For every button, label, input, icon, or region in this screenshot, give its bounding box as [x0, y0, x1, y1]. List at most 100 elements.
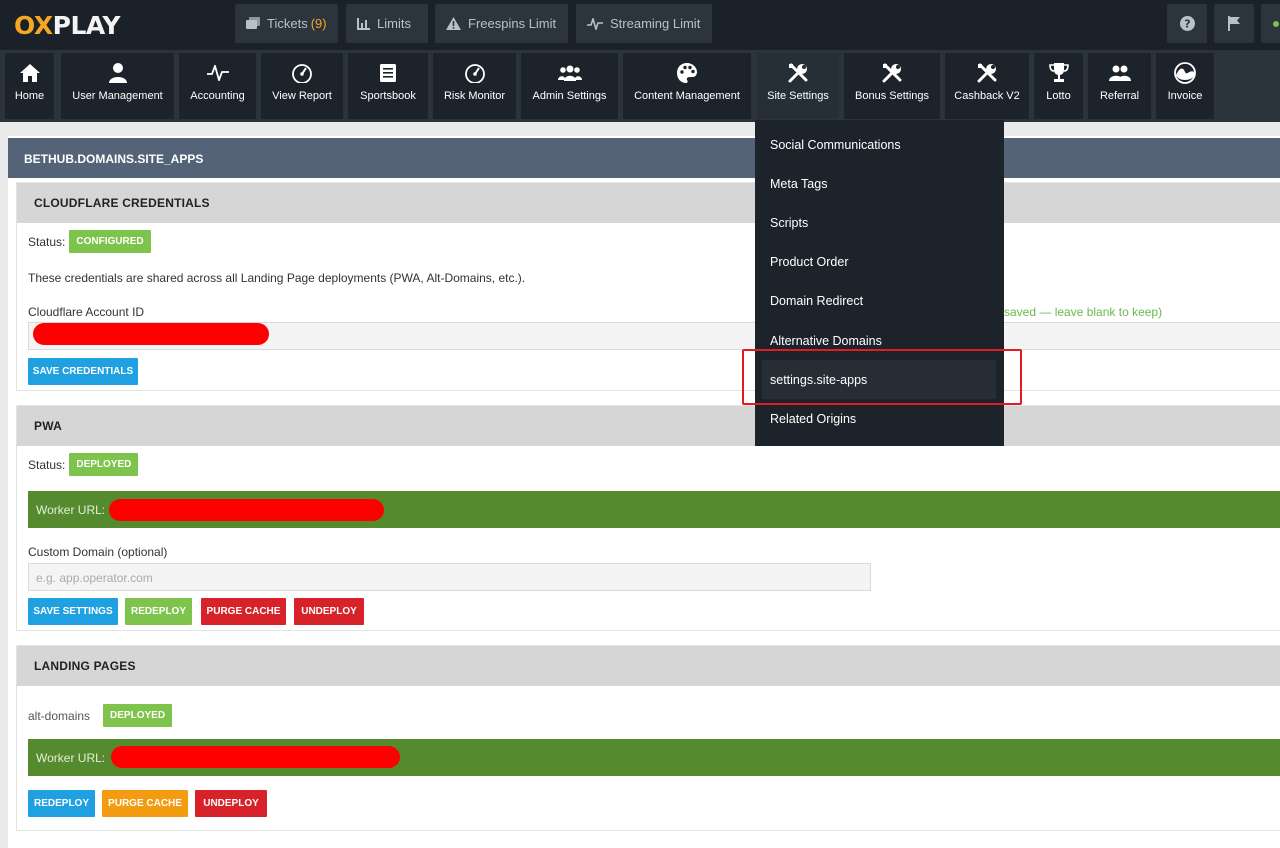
- tools-icon: [977, 63, 997, 83]
- nav-bonus-settings-label: Bonus Settings: [855, 90, 929, 102]
- document-icon: [380, 64, 396, 82]
- extra-button[interactable]: [1261, 4, 1280, 43]
- landing-redeploy-button[interactable]: REDEPLOY: [28, 790, 95, 817]
- gauge-icon: [464, 64, 485, 83]
- tickets-count: (9): [310, 16, 327, 31]
- landing-title: LANDING PAGES: [17, 646, 1280, 686]
- save-settings-button[interactable]: SAVE SETTINGS: [28, 598, 118, 625]
- streaming-limit-label: Streaming Limit: [610, 16, 701, 31]
- pulse-icon: [587, 17, 603, 30]
- flag-button[interactable]: [1214, 4, 1254, 43]
- nav-cashback-v2[interactable]: Cashback V2: [945, 53, 1029, 119]
- landing-undeploy-button[interactable]: UNDEPLOY: [195, 790, 267, 817]
- home-icon: [19, 64, 40, 82]
- nav-sportsbook-label: Sportsbook: [360, 90, 416, 102]
- save-credentials-button[interactable]: SAVE CREDENTIALS: [28, 358, 138, 385]
- nav-lotto[interactable]: Lotto: [1034, 53, 1083, 119]
- landing-worker-label: Worker URL:: [36, 751, 106, 765]
- nav-invoice-label: Invoice: [1167, 90, 1203, 102]
- landing-item-name: alt-domains: [28, 708, 91, 723]
- landing-purge-cache-button[interactable]: PURGE CACHE: [102, 790, 188, 817]
- wave-icon: [1174, 62, 1196, 84]
- tickets-label: Tickets: [267, 16, 308, 31]
- nav-accounting-label: Accounting: [190, 90, 245, 102]
- nav-home[interactable]: Home: [5, 53, 54, 119]
- tickets-button[interactable]: Tickets (9): [235, 4, 338, 43]
- pwa-purge-cache-button[interactable]: PURGE CACHE: [201, 598, 286, 625]
- ticket-icon: [246, 17, 260, 29]
- help-icon: ?: [1179, 16, 1195, 31]
- nav-view-report[interactable]: View Report: [261, 53, 343, 119]
- status-badge: CONFIGURED: [69, 230, 151, 253]
- pwa-redeploy-button[interactable]: REDEPLOY: [125, 598, 192, 625]
- nav-view-report-label: View Report: [272, 90, 332, 102]
- dropdown-item-scripts[interactable]: Scripts: [755, 203, 1004, 242]
- nav-risk-monitor-label: Risk Monitor: [443, 90, 506, 102]
- nav-user-management[interactable]: User Management: [61, 53, 174, 119]
- pwa-status-badge: DEPLOYED: [69, 453, 139, 476]
- flag-icon: [1228, 16, 1240, 31]
- dropdown-item-domain-redirect[interactable]: Domain Redirect: [755, 281, 1004, 320]
- freespins-limit-label: Freespins Limit: [468, 16, 557, 31]
- dropdown-item-product-order[interactable]: Product Order: [755, 242, 1004, 281]
- landing-section: LANDING PAGES alt-domains DEPLOYED Worke…: [16, 645, 1280, 831]
- cloudflare-title: CLOUDFLARE CREDENTIALS: [17, 183, 1280, 223]
- cloudflare-status-label: Status:: [28, 234, 66, 249]
- dropdown-item-social-communications[interactable]: Social Communications: [755, 125, 1004, 164]
- bars-icon: [357, 17, 370, 30]
- nav-user-management-label: User Management: [72, 90, 163, 102]
- highlight-box: [742, 349, 1022, 405]
- nav-risk-monitor[interactable]: Risk Monitor: [433, 53, 516, 119]
- nav-referral-label: Referral: [1099, 90, 1140, 102]
- warning-icon: [446, 17, 461, 30]
- redacted-mark: [109, 499, 384, 521]
- nav-content-management-label: Content Management: [634, 90, 740, 102]
- pwa-section: PWA Status: DEPLOYED Worker URL: Custom …: [16, 405, 1280, 631]
- logo-play: PLAY: [52, 10, 121, 40]
- redacted-mark: [33, 323, 269, 345]
- pwa-worker-label: Worker URL:: [36, 503, 106, 517]
- pwa-status-label: Status:: [28, 457, 66, 472]
- nav-bonus-settings[interactable]: Bonus Settings: [844, 53, 940, 119]
- nav-referral[interactable]: Referral: [1088, 53, 1151, 119]
- help-button[interactable]: ?: [1167, 4, 1207, 43]
- cloudflare-note: These credentials are shared across all …: [28, 271, 526, 285]
- token-hint: saved — leave blank to keep): [1004, 305, 1163, 319]
- freespins-limit-button[interactable]: Freespins Limit: [435, 4, 568, 43]
- nav-lotto-label: Lotto: [1046, 90, 1071, 102]
- palette-icon: [677, 63, 697, 83]
- logo-ox: OX: [14, 10, 53, 40]
- account-id-label: Cloudflare Account ID: [28, 305, 145, 319]
- limits-label: Limits: [377, 16, 411, 31]
- pulse-icon: [206, 65, 229, 81]
- nav-home-label: Home: [14, 90, 45, 102]
- nav-sportsbook[interactable]: Sportsbook: [348, 53, 428, 119]
- nav-invoice[interactable]: Invoice: [1156, 53, 1214, 119]
- pwa-undeploy-button[interactable]: UNDEPLOY: [294, 598, 364, 625]
- brand-logo[interactable]: OX PLAY: [14, 10, 120, 40]
- user-icon: [108, 63, 127, 83]
- cloudflare-section: CLOUDFLARE CREDENTIALS Status: CONFIGURE…: [16, 182, 1280, 391]
- page-title: BETHUB.DOMAINS.SITE_APPS: [8, 138, 1280, 178]
- nav-admin-settings-label: Admin Settings: [532, 90, 607, 102]
- top-header: OX PLAY Tickets (9) Limits Freespins Limi…: [0, 0, 1280, 50]
- redacted-mark: [111, 746, 400, 768]
- custom-domain-label: Custom Domain (optional): [28, 545, 168, 559]
- streaming-limit-button[interactable]: Streaming Limit: [576, 4, 712, 43]
- users-icon: [557, 65, 582, 81]
- nav-site-settings-label: Site Settings: [767, 90, 829, 102]
- dropdown-item-meta-tags[interactable]: Meta Tags: [755, 164, 1004, 203]
- pwa-title: PWA: [17, 406, 1280, 446]
- gauge-icon: [292, 64, 312, 83]
- nav-site-settings[interactable]: Site Settings: [757, 53, 839, 119]
- svg-text:?: ?: [1184, 18, 1190, 31]
- limits-button[interactable]: Limits: [346, 4, 428, 43]
- main-panel: BETHUB.DOMAINS.SITE_APPS CLOUDFLARE CRED…: [8, 136, 1280, 848]
- nav-accounting[interactable]: Accounting: [179, 53, 256, 119]
- tools-icon: [882, 63, 902, 83]
- custom-domain-input[interactable]: e.g. app.operator.com: [28, 563, 871, 591]
- nav-admin-settings[interactable]: Admin Settings: [521, 53, 618, 119]
- status-dot-icon: [1272, 20, 1279, 27]
- nav-content-management[interactable]: Content Management: [623, 53, 751, 119]
- nav-cashback-v2-label: Cashback V2: [954, 90, 1020, 102]
